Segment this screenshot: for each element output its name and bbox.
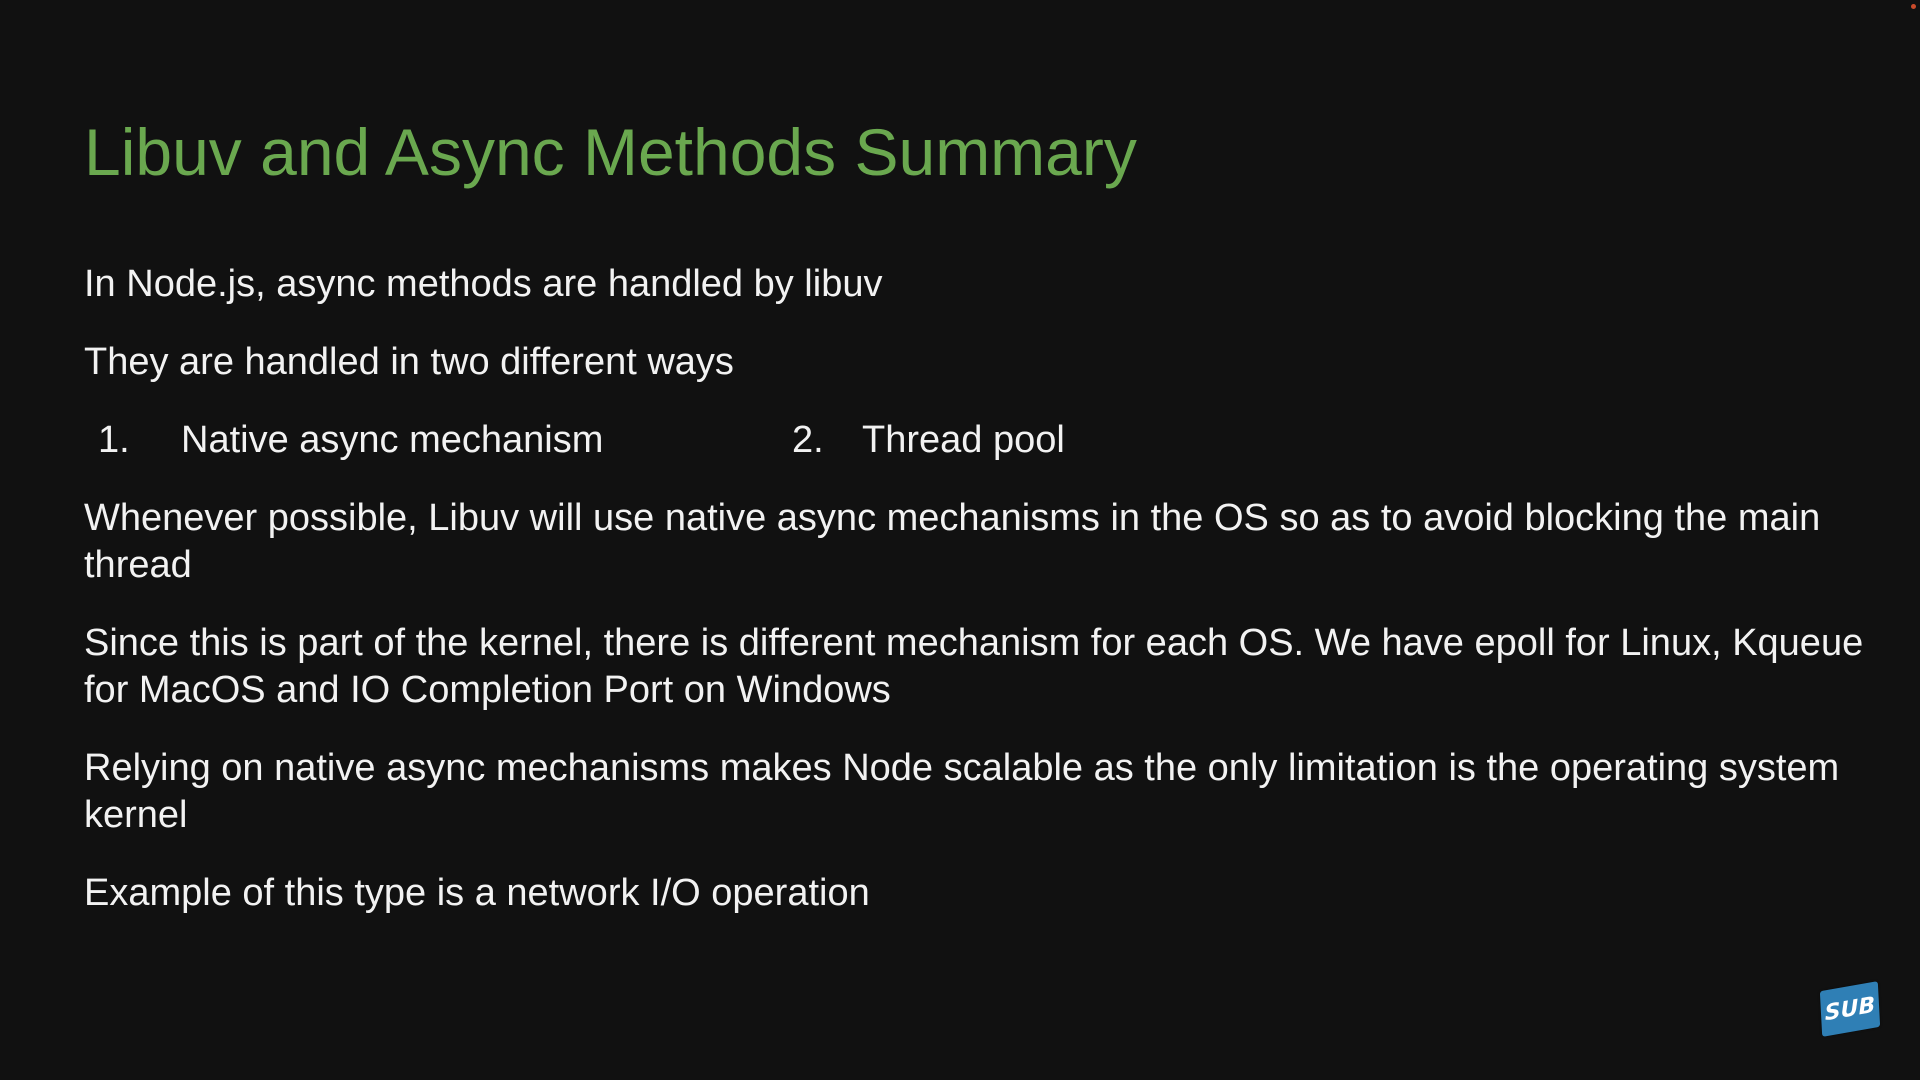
ways-list: 1. Native async mechanism 2. Thread pool <box>0 417 1920 467</box>
list-item-number: 2. <box>792 419 824 461</box>
paragraph-kernel-mechanisms: Since this is part of the kernel, there … <box>84 622 1864 711</box>
slide-title: Libuv and Async Methods Summary <box>84 115 1137 189</box>
slide: Libuv and Async Methods Summary In Node.… <box>0 0 1920 1080</box>
list-item-number: 1. <box>98 419 130 461</box>
list-item-thread-pool: Thread pool <box>862 419 1065 461</box>
list-item-native-async: Native async mechanism <box>181 419 604 461</box>
corner-dot <box>1911 4 1916 9</box>
paragraph-scalability: Relying on native async mechanisms makes… <box>84 747 1840 836</box>
paragraph-example: Example of this type is a network I/O op… <box>84 872 870 914</box>
paragraph-native-mechanisms: Whenever possible, Libuv will use native… <box>84 497 1821 586</box>
paragraph-nodejs-libuv: In Node.js, async methods are handled by… <box>84 263 883 305</box>
subscribe-badge-label: SUB <box>1824 992 1876 1026</box>
subscribe-badge-icon[interactable]: SUB <box>1819 981 1881 1037</box>
paragraph-two-ways: They are handled in two different ways <box>84 341 734 383</box>
